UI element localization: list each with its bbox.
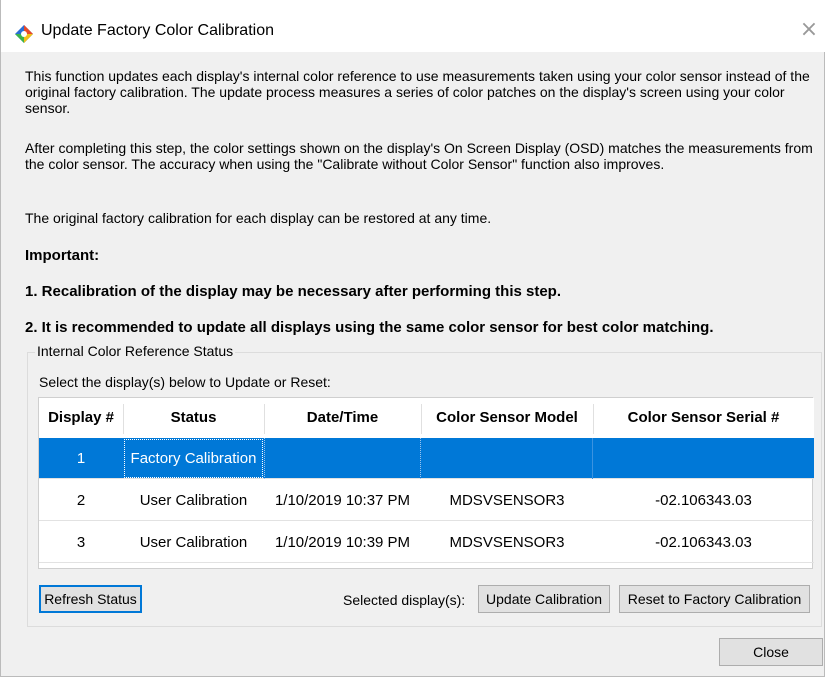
header-display-number[interactable]: Display # [39,398,123,438]
reset-to-factory-button[interactable]: Reset to Factory Calibration [619,585,810,613]
cell-sensor-model: MDSVSENSOR3 [449,534,565,551]
cell-sensor-serial: -02.106343.03 [655,492,752,509]
header-sensor-model[interactable]: Color Sensor Model [421,398,593,438]
cell-datetime: 1/10/2019 10:37 PM [274,492,411,509]
cell-display-number: 3 [76,534,86,551]
description-paragraph-2: After completing this step, the color se… [25,140,813,172]
cell-status: Factory Calibration [123,438,264,479]
close-icon[interactable]: × [797,18,821,42]
important-note-2: 2. It is recommended to update all displ… [25,319,714,336]
title-bar: Update Factory Color Calibration × [1,0,825,52]
cell-sensor-model [421,438,593,479]
cell-status: User Calibration [139,492,248,509]
description-paragraph-3: The original factory calibration for eac… [25,210,492,226]
header-sensor-serial[interactable]: Color Sensor Serial # [593,398,814,438]
table-row[interactable]: 1 Factory Calibration [39,438,814,479]
table-row[interactable]: 3 User Calibration 1/10/2019 10:39 PM MD… [39,522,814,563]
color-calibration-app-icon [15,25,33,43]
important-note-1: 1. Recalibration of the display may be n… [25,283,562,300]
table-row[interactable]: 2 User Calibration 1/10/2019 10:37 PM MD… [39,480,814,521]
cell-sensor-serial: -02.106343.03 [655,534,752,551]
dialog-window: Update Factory Color Calibration × This … [0,0,825,677]
cell-datetime [264,438,421,479]
refresh-status-button[interactable]: Refresh Status [39,585,142,613]
display-status-table: Display # Status Date/Time Color Sensor … [38,397,814,569]
cell-status: User Calibration [139,534,248,551]
cell-datetime: 1/10/2019 10:39 PM [274,534,411,551]
update-calibration-button[interactable]: Update Calibration [478,585,610,613]
important-heading: Important: [25,247,100,264]
cell-display-number: 1 [76,450,86,467]
cell-display-number: 2 [76,492,86,509]
header-status[interactable]: Status [123,398,264,438]
groupbox-legend: Internal Color Reference Status [35,343,236,359]
table-header: Display # Status Date/Time Color Sensor … [39,398,814,438]
description-paragraph-1: This function updates each display's int… [25,68,810,116]
cell-sensor-serial [593,438,814,479]
select-instruction-label: Select the display(s) below to Update or… [39,374,331,390]
selected-displays-label: Selected display(s): [343,592,466,608]
header-datetime[interactable]: Date/Time [264,398,421,438]
cell-sensor-model: MDSVSENSOR3 [449,492,565,509]
window-title: Update Factory Color Calibration [41,22,274,39]
close-button[interactable]: Close [719,638,823,666]
